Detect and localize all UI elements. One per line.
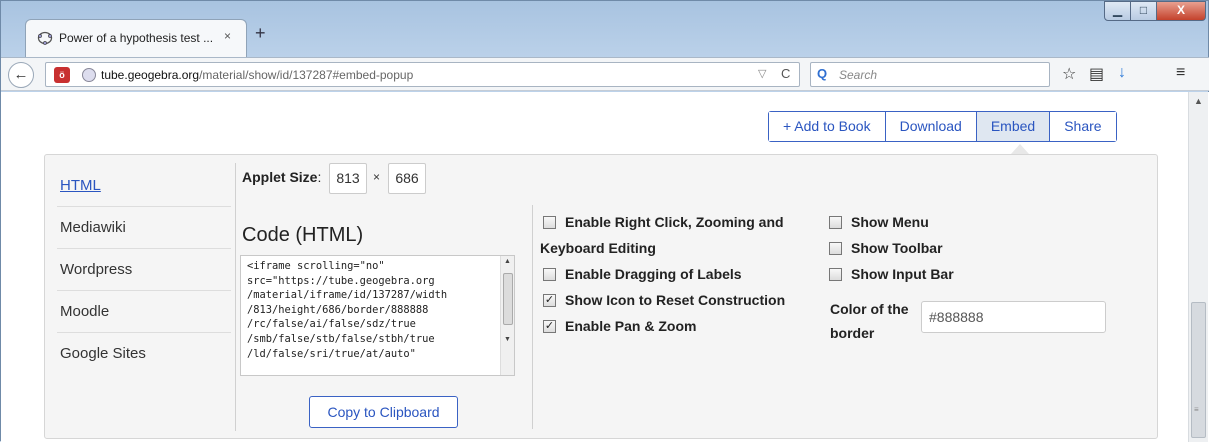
ublock-icon[interactable]: ö: [54, 67, 70, 83]
format-wordpress[interactable]: Wordpress: [57, 249, 231, 291]
border-color-label-line1: Color of the: [830, 301, 909, 317]
tab-title: Power of a hypothesis test ...: [59, 31, 214, 45]
applet-size-text: Applet Size: [242, 169, 318, 185]
search-box[interactable]: Q Search: [810, 62, 1050, 87]
pan-zoom-label: Enable Pan & Zoom: [565, 318, 697, 334]
close-window-button[interactable]: X: [1156, 1, 1206, 21]
reading-list-icon[interactable]: ▤: [1089, 64, 1104, 84]
page-scrollbar[interactable]: ▲ ≡: [1188, 92, 1208, 442]
download-button[interactable]: Download: [884, 112, 976, 141]
right-click-label: Enable Right Click, Zooming and: [565, 214, 784, 230]
add-to-book-button[interactable]: + Add to Book: [769, 112, 885, 141]
tab-close-icon[interactable]: ×: [224, 29, 231, 43]
menu-icon[interactable]: ≡: [1176, 64, 1185, 82]
format-google-sites[interactable]: Google Sites: [57, 333, 231, 375]
code-scrollbar[interactable]: ▲ ▼: [500, 256, 514, 375]
embed-code-text: <iframe scrolling="no" src="https://tube…: [247, 260, 448, 360]
keyboard-editing-label: Keyboard Editing: [540, 240, 656, 256]
popup-pointer: [1011, 144, 1029, 154]
window-controls: ▁ □ X: [1104, 1, 1208, 21]
globe-icon[interactable]: [82, 68, 96, 82]
url-dropdown-icon[interactable]: ▽: [758, 67, 766, 80]
code-scroll-down-icon[interactable]: ▼: [504, 336, 511, 343]
share-button[interactable]: Share: [1049, 112, 1116, 141]
minimize-button[interactable]: ▁: [1104, 1, 1131, 21]
divider: [532, 205, 533, 429]
maximize-button[interactable]: □: [1130, 1, 1157, 21]
pan-zoom-checkbox[interactable]: ✓: [543, 320, 556, 333]
border-color-input[interactable]: #888888: [921, 301, 1106, 333]
maximize-icon: □: [1139, 3, 1148, 17]
url-domain: tube.geogebra.org: [101, 68, 200, 82]
url-text: tube.geogebra.org/material/show/id/13728…: [101, 68, 413, 82]
dragging-labels-checkbox[interactable]: [543, 268, 556, 281]
reload-icon[interactable]: C: [781, 66, 790, 81]
embed-format-list: HTML Mediawiki Wordpress Moodle Google S…: [57, 165, 231, 375]
embed-button[interactable]: Embed: [975, 112, 1050, 141]
tab-strip: Power of a hypothesis test ... × + ▁ □ X: [1, 1, 1209, 61]
download-arrow-icon[interactable]: ↓: [1118, 64, 1126, 82]
url-path: /material/show/id/137287#embed-popup: [199, 68, 414, 82]
show-input-bar-checkbox[interactable]: [829, 268, 842, 281]
copy-to-clipboard-button[interactable]: Copy to Clipboard: [309, 396, 458, 428]
reset-icon-checkbox[interactable]: ✓: [543, 294, 556, 307]
format-mediawiki[interactable]: Mediawiki: [57, 207, 231, 249]
show-toolbar-checkbox[interactable]: [829, 242, 842, 255]
show-menu-label: Show Menu: [851, 214, 929, 230]
times-sign: ×: [373, 170, 381, 184]
code-scroll-up-icon[interactable]: ▲: [504, 258, 511, 265]
minimize-icon: ▁: [1112, 3, 1123, 17]
dragging-labels-label: Enable Dragging of Labels: [565, 266, 742, 282]
browser-tab[interactable]: Power of a hypothesis test ... ×: [25, 19, 247, 57]
show-input-bar-label: Show Input Bar: [851, 266, 954, 282]
page-content: ▲ ≡ + Add to Book Download Embed Share H…: [1, 92, 1209, 442]
scroll-up-icon[interactable]: ▲: [1194, 96, 1203, 106]
close-icon: X: [1176, 3, 1185, 17]
reset-icon-label: Show Icon to Reset Construction: [565, 292, 786, 308]
format-html[interactable]: HTML: [57, 165, 231, 207]
format-moodle[interactable]: Moodle: [57, 291, 231, 333]
show-toolbar-label: Show Toolbar: [851, 240, 943, 256]
applet-width-input[interactable]: 813: [329, 163, 367, 194]
applet-height-input[interactable]: 686: [388, 163, 426, 194]
bookmark-star-icon[interactable]: ☆: [1062, 64, 1076, 84]
search-engine-icon[interactable]: Q: [817, 66, 827, 81]
geogebra-favicon-icon: [37, 31, 53, 45]
scrollbar-thumb[interactable]: [1191, 302, 1206, 438]
material-actions: + Add to Book Download Embed Share: [768, 111, 1117, 142]
browser-window: Power of a hypothesis test ... × + ▁ □ X…: [0, 0, 1209, 442]
embed-panel: HTML Mediawiki Wordpress Moodle Google S…: [44, 154, 1158, 439]
scroll-grip-icon: ≡: [1194, 405, 1199, 414]
address-bar[interactable]: ö tube.geogebra.org/material/show/id/137…: [45, 62, 800, 87]
new-tab-button[interactable]: +: [255, 23, 266, 44]
code-scrollbar-thumb[interactable]: [503, 273, 513, 325]
show-menu-checkbox[interactable]: [829, 216, 842, 229]
back-button[interactable]: ←: [8, 62, 34, 88]
divider: [235, 163, 236, 431]
applet-size-label: Applet Size:: [242, 169, 322, 185]
border-color-label: Color of the border: [830, 297, 922, 345]
right-click-checkbox[interactable]: [543, 216, 556, 229]
code-title: Code (HTML): [242, 224, 364, 246]
border-color-label-line2: border: [830, 325, 875, 341]
search-placeholder: Search: [839, 68, 878, 82]
navigation-bar: ← ö tube.geogebra.org/material/show/id/1…: [1, 57, 1209, 91]
embed-code-textarea[interactable]: <iframe scrolling="no" src="https://tube…: [240, 255, 515, 376]
